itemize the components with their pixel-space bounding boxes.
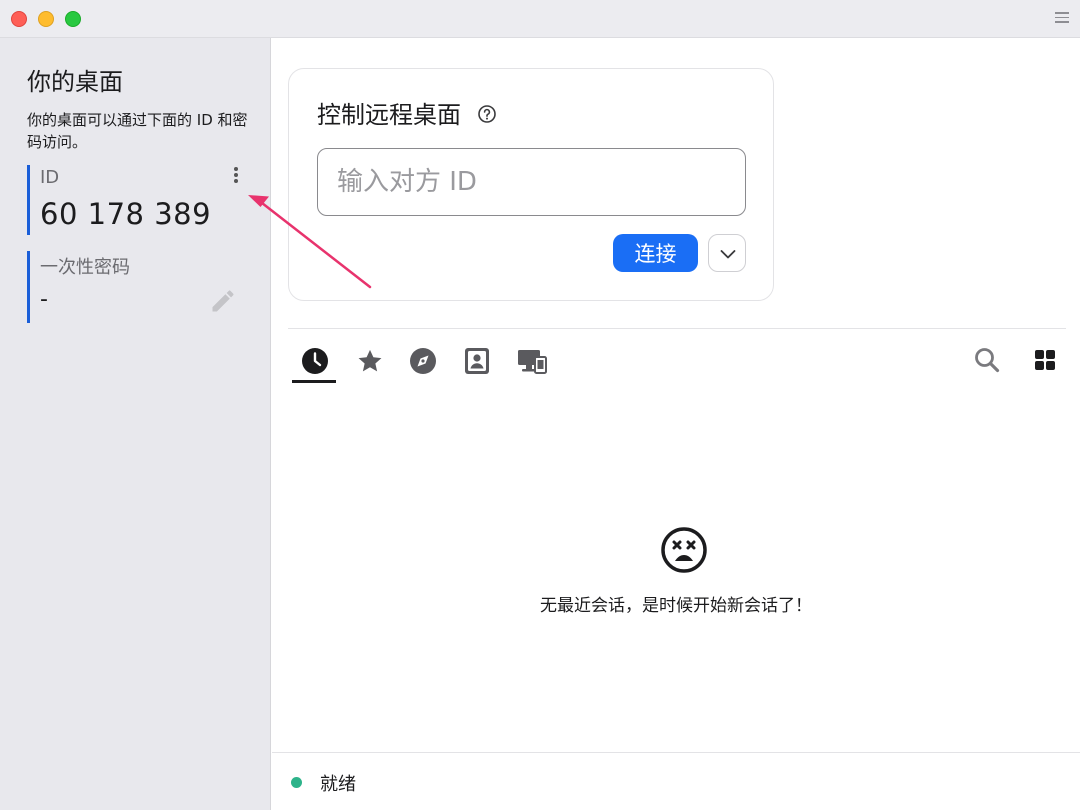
chevron-down-icon <box>720 250 736 259</box>
tab-favorites[interactable] <box>349 342 389 382</box>
devices-icon <box>518 350 547 374</box>
tab-recent[interactable] <box>294 342 334 382</box>
compass-icon <box>410 348 436 374</box>
zoom-window-button[interactable] <box>65 11 81 27</box>
minimize-window-button[interactable] <box>38 11 54 27</box>
remote-id-input[interactable] <box>317 148 746 216</box>
connect-options-button[interactable] <box>708 234 746 272</box>
id-section: ID 60 178 389 <box>27 165 249 235</box>
tab-address-book[interactable] <box>456 342 496 382</box>
star-icon <box>358 349 382 372</box>
main-panel: 控制远程桌面 连接 <box>272 38 1080 810</box>
more-options-icon[interactable] <box>229 165 243 187</box>
section-divider <box>288 328 1066 329</box>
password-value: - <box>40 287 48 312</box>
title-bar <box>0 0 1080 38</box>
empty-state-message: 无最近会话，是时候开始新会话了！ <box>540 596 812 616</box>
grid-view-icon[interactable] <box>1030 345 1060 375</box>
status-text: 就绪 <box>320 774 356 795</box>
sidebar-title: 你的桌面 <box>27 68 123 96</box>
hamburger-menu-icon[interactable] <box>1055 12 1069 24</box>
help-icon[interactable] <box>477 104 497 124</box>
sidebar-description: 你的桌面可以通过下面的 ID 和密码访问。 <box>27 111 248 151</box>
clock-icon <box>302 348 328 374</box>
card-title: 控制远程桌面 <box>317 101 461 129</box>
search-icon[interactable] <box>972 345 1002 375</box>
tab-group[interactable] <box>510 342 550 382</box>
status-bar: 就绪 <box>272 752 1080 810</box>
id-value: 60 178 389 <box>40 197 212 231</box>
status-indicator <box>291 777 302 788</box>
sad-face-icon <box>661 527 707 573</box>
edit-pencil-icon[interactable] <box>209 287 237 315</box>
tab-selected-indicator <box>292 380 336 383</box>
sidebar: 你的桌面 你的桌面可以通过下面的 ID 和密码访问。 ID 60 178 389… <box>0 38 271 810</box>
app-window: 你的桌面 你的桌面可以通过下面的 ID 和密码访问。 ID 60 178 389… <box>0 0 1080 810</box>
password-label: 一次性密码 <box>40 257 130 278</box>
close-window-button[interactable] <box>11 11 27 27</box>
contacts-icon <box>465 348 489 374</box>
password-section: 一次性密码 - <box>27 251 249 323</box>
connect-button[interactable]: 连接 <box>613 234 698 272</box>
id-label: ID <box>40 167 60 188</box>
remote-control-card: 控制远程桌面 连接 <box>288 68 774 301</box>
tab-discovered[interactable] <box>402 342 442 382</box>
